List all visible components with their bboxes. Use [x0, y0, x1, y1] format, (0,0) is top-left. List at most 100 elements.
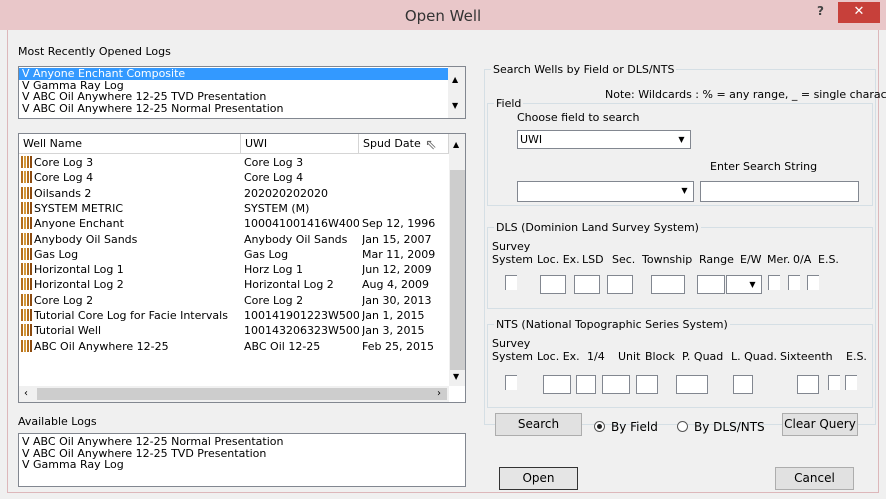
table-row[interactable]: Horizontal Log 1 Horz Log 1 Jun 12, 2009	[19, 262, 449, 277]
well-name-text: Horizontal Log 1	[34, 263, 124, 277]
table-row[interactable]: Core Log 3 Core Log 3	[19, 155, 449, 170]
scroll-down-icon[interactable]: ▼	[453, 372, 459, 381]
dls-mer-field[interactable]	[768, 275, 780, 290]
uwi-cell: 100143206323W500	[244, 324, 359, 338]
well-log-icon	[21, 324, 32, 337]
nts-block-field[interactable]	[636, 375, 658, 394]
nts-quarter-label: 1/4	[587, 350, 605, 363]
nts-unit-field[interactable]	[602, 375, 630, 394]
nts-quarter-field[interactable]	[576, 375, 596, 394]
spud-date-cell: Jan 30, 2013	[362, 293, 432, 307]
by-dls-nts-label[interactable]: By DLS/NTS	[694, 420, 765, 434]
list-item[interactable]: V Gamma Ray Log	[19, 459, 283, 471]
well-name-text: Gas Log	[34, 247, 79, 261]
nts-system-field[interactable]	[505, 375, 517, 390]
wells-grid[interactable]: Well Name UWI Spud Date ⇖ Core Log 3 Core…	[18, 133, 466, 403]
table-row[interactable]: Core Log 4 Core Log 4	[19, 170, 449, 185]
nts-es-field[interactable]	[845, 375, 857, 390]
spud-date-cell: Feb 25, 2015	[362, 339, 434, 353]
dls-township-label: Township	[642, 253, 693, 266]
uwi-cell: 100041001416W400	[244, 217, 359, 231]
help-button[interactable]: ?	[817, 4, 824, 18]
dls-range-label: Range	[699, 253, 734, 266]
table-row[interactable]: Tutorial Core Log for Facie Intervals 100…	[19, 308, 449, 323]
scroll-down-icon[interactable]: ▼	[452, 101, 458, 110]
dls-ew-select[interactable]: ▼	[726, 275, 762, 294]
dls-loc-ex-field[interactable]	[540, 275, 566, 294]
dls-oa-label: 0/A	[793, 253, 812, 266]
cancel-button[interactable]: Cancel	[775, 467, 854, 490]
table-row[interactable]: Oilsands 2 202020202020	[19, 186, 449, 201]
dls-system-field[interactable]	[505, 275, 517, 290]
wells-horizontal-scrollbar[interactable]: ‹ ›	[19, 386, 449, 402]
list-item[interactable]: V ABC Oil Anywhere 12-25 TVD Presentatio…	[19, 448, 283, 460]
nts-sixteenth-field[interactable]	[797, 375, 819, 394]
dls-township-field[interactable]	[651, 275, 685, 294]
wells-vertical-scrollbar[interactable]: ▲ ▼	[449, 134, 465, 386]
recent-logs-list[interactable]: V Anyone Enchant Composite V Gamma Ray L…	[18, 66, 466, 119]
dls-range-field[interactable]	[697, 275, 725, 294]
clear-query-button[interactable]: Clear Query	[782, 413, 858, 436]
available-logs-list[interactable]: V ABC Oil Anywhere 12-25 Normal Presenta…	[18, 433, 466, 487]
well-name-cell: ABC Oil Anywhere 12-25	[21, 339, 241, 354]
table-row[interactable]: Gas Log Gas Log Mar 11, 2009	[19, 247, 449, 262]
list-item[interactable]: V Gamma Ray Log	[19, 80, 448, 92]
well-log-icon	[21, 309, 32, 321]
dls-group-title: DLS (Dominion Land Survey System)	[494, 221, 701, 234]
scroll-thumb[interactable]	[450, 170, 465, 370]
table-row[interactable]: Core Log 2 Core Log 2 Jan 30, 2013	[19, 293, 449, 308]
dls-es-field[interactable]	[807, 275, 819, 290]
scroll-right-icon[interactable]: ›	[437, 388, 441, 399]
table-row[interactable]: ABC Oil Anywhere 12-25 ABC Oil 12-25 Feb 2…	[19, 339, 449, 354]
scroll-up-icon[interactable]: ▲	[452, 75, 458, 84]
nts-loc-ex-field[interactable]	[543, 375, 571, 394]
by-dls-nts-radio[interactable]	[677, 421, 688, 432]
nts-group: NTS (National Topographic Series System)…	[487, 318, 873, 408]
column-header-well-name[interactable]: Well Name	[19, 134, 241, 154]
well-name-cell: Tutorial Well	[21, 323, 241, 338]
field-select[interactable]: UWI ▼	[517, 130, 691, 149]
list-item[interactable]: V ABC Oil Anywhere 12-25 Normal Presenta…	[19, 103, 448, 115]
well-name-cell: Horizontal Log 1	[21, 262, 241, 277]
nts-es-label: E.S.	[846, 350, 867, 363]
list-item[interactable]: V ABC Oil Anywhere 12-25 TVD Presentatio…	[19, 91, 448, 103]
search-operator-select[interactable]: ▼	[517, 181, 694, 202]
table-row[interactable]: Tutorial Well 100143206323W500 Jan 3, 2015	[19, 323, 449, 338]
by-field-label[interactable]: By Field	[611, 420, 658, 434]
table-row[interactable]: Anyone Enchant 100041001416W400 Sep 12, 19…	[19, 216, 449, 231]
search-button[interactable]: Search	[495, 413, 582, 436]
dls-oa-field[interactable]	[788, 275, 800, 290]
nts-sixteenth-suffix-field[interactable]	[828, 375, 840, 390]
close-button[interactable]: ✕	[838, 2, 880, 23]
scroll-up-icon[interactable]: ▲	[453, 140, 459, 149]
uwi-cell: 202020202020	[244, 186, 328, 200]
well-log-icon	[21, 247, 32, 260]
recent-logs-scrollbar[interactable]: ▲ ▼	[448, 67, 465, 118]
scroll-thumb[interactable]	[37, 388, 447, 400]
chevron-down-icon[interactable]: ▼	[677, 183, 692, 200]
well-name-cell: SYSTEM METRIC	[21, 201, 241, 216]
well-name-cell: Tutorial Core Log for Facie Intervals	[21, 308, 241, 323]
nts-p-quad-field[interactable]	[676, 375, 708, 394]
table-row[interactable]: Anybody Oil Sands Anybody Oil Sands Jan 15…	[19, 232, 449, 247]
open-button[interactable]: Open	[499, 467, 578, 490]
by-field-radio[interactable]	[594, 421, 605, 432]
list-item[interactable]: V ABC Oil Anywhere 12-25 Normal Presenta…	[19, 436, 283, 448]
chevron-down-icon[interactable]: ▼	[674, 132, 689, 147]
well-name-text: Tutorial Well	[34, 324, 102, 338]
well-name-cell: Core Log 3	[21, 155, 241, 170]
dls-sec-field[interactable]	[607, 275, 633, 294]
well-log-icon	[21, 186, 32, 199]
chevron-down-icon[interactable]: ▼	[745, 277, 760, 292]
list-item[interactable]: V Anyone Enchant Composite	[19, 68, 448, 80]
nts-survey-label: Survey	[492, 337, 531, 350]
table-row[interactable]: SYSTEM METRIC SYSTEM (M)	[19, 201, 449, 216]
dls-lsd-field[interactable]	[574, 275, 600, 294]
table-row[interactable]: Horizontal Log 2 Horizontal Log 2 Aug 4, 2…	[19, 277, 449, 292]
nts-l-quad-field[interactable]	[733, 375, 753, 394]
cursor-icon: ⇖	[425, 137, 437, 153]
well-name-cell: Core Log 4	[21, 170, 241, 185]
column-header-uwi[interactable]: UWI	[241, 134, 359, 154]
scroll-left-icon[interactable]: ‹	[24, 388, 28, 399]
search-string-input[interactable]	[700, 181, 859, 202]
